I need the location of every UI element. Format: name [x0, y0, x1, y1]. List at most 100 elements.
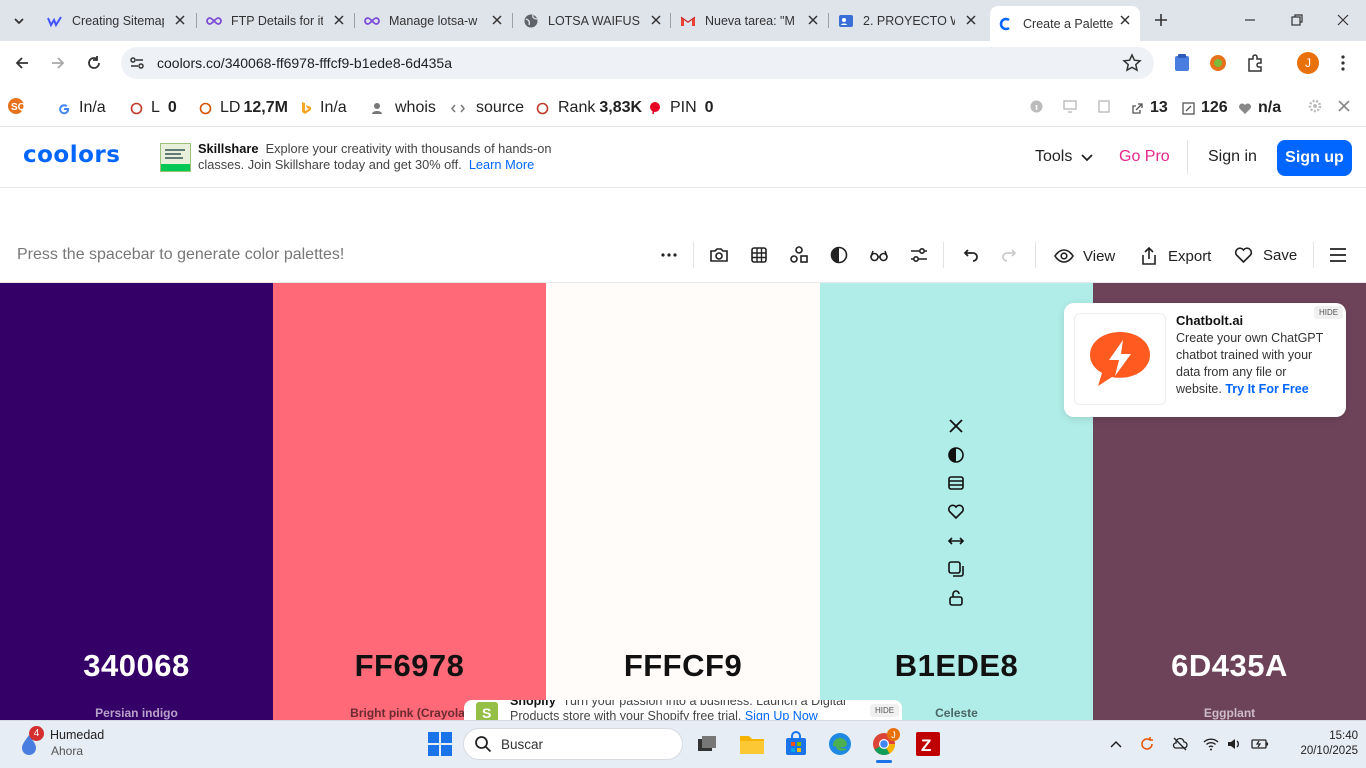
color-hex-code[interactable]: 6D435A [1093, 648, 1366, 684]
tab-search-button[interactable] [8, 10, 30, 32]
start-button[interactable] [427, 731, 453, 757]
close-icon[interactable] [332, 13, 346, 27]
camera-button[interactable] [709, 245, 729, 265]
seoquake-logo[interactable]: SQ [7, 97, 27, 115]
visual-impairment-button[interactable] [869, 245, 889, 265]
undo-button[interactable] [960, 245, 980, 265]
save-button[interactable]: Save [1234, 246, 1297, 264]
file-explorer-button[interactable] [739, 731, 765, 757]
shopify-hide-button[interactable]: HIDE [870, 704, 900, 717]
color-hex-code[interactable]: FF6978 [273, 648, 546, 684]
color-hex-code[interactable]: FFFCF9 [546, 648, 820, 684]
battery-tray-icon[interactable] [1251, 736, 1268, 752]
url-text[interactable]: coolors.co/340068-ff6978-fffcf9-b1ede8-6… [157, 55, 452, 71]
seo-pinterest[interactable]: PIN 0 [649, 99, 714, 117]
taskbar-search[interactable]: Buscar [463, 728, 683, 760]
seo-link-domains[interactable]: LD 12,7M [199, 99, 288, 117]
seo-close[interactable] [1337, 99, 1351, 113]
contrast-button[interactable] [829, 245, 849, 265]
seo-internal-links[interactable]: 126 [1182, 99, 1228, 117]
tab-1[interactable]: FTP Details for it [206, 6, 354, 35]
tab-2[interactable]: Manage lotsa-w [364, 6, 512, 35]
seo-monitor[interactable] [1063, 100, 1077, 113]
reload-button[interactable] [84, 53, 104, 73]
color-hex-code[interactable]: 340068 [0, 648, 273, 684]
ad-learn-more-link[interactable]: Learn More [469, 157, 534, 172]
site-info-button[interactable] [128, 54, 146, 72]
edge-button[interactable] [827, 731, 853, 757]
close-window-button[interactable] [1333, 10, 1353, 30]
sign-up-button[interactable]: Sign up [1277, 140, 1352, 176]
seo-page[interactable] [1098, 100, 1110, 113]
more-options-button[interactable] [659, 245, 679, 265]
go-pro-link[interactable]: Go Pro [1119, 148, 1170, 166]
seo-settings[interactable] [1308, 99, 1322, 113]
sign-in-link[interactable]: Sign in [1208, 148, 1257, 166]
extensions-button[interactable] [1245, 53, 1265, 73]
seo-external-links[interactable]: 13 [1131, 99, 1168, 117]
minimize-button[interactable] [1240, 10, 1260, 30]
back-button[interactable] [12, 53, 32, 73]
close-icon[interactable] [1118, 13, 1132, 27]
close-icon[interactable] [649, 13, 663, 27]
shopify-ad[interactable]: S Shopify Turn your passion into a busin… [464, 700, 902, 720]
export-button[interactable]: Export [1140, 246, 1211, 266]
remove-color-button[interactable] [947, 417, 965, 435]
seo-bing-index[interactable]: In/a [300, 99, 347, 117]
adjust-button[interactable] [909, 245, 929, 265]
volume-tray-icon[interactable] [1226, 736, 1242, 752]
browser-menu-button[interactable] [1335, 53, 1351, 73]
skillshare-ad-image[interactable] [160, 143, 191, 172]
copy-hex-button[interactable] [947, 560, 965, 578]
color-hex-code[interactable]: B1EDE8 [820, 648, 1093, 684]
tab-0[interactable]: Creating Sitemap [47, 6, 195, 35]
weather-widget[interactable]: 4 Humedad Ahora [14, 726, 124, 762]
tab-5[interactable]: 2. PROYECTO W [838, 6, 986, 35]
redo-button[interactable] [1000, 245, 1020, 265]
coolors-logo[interactable]: coolors [23, 142, 120, 168]
tab-4[interactable]: Nueva tarea: "M [680, 6, 828, 35]
restore-button[interactable] [1287, 10, 1307, 30]
profile-avatar[interactable]: J [1297, 52, 1319, 74]
chatbolt-logo[interactable] [1074, 313, 1166, 405]
seo-info[interactable] [1030, 100, 1043, 113]
seo-rank[interactable]: Rank 3,83K [536, 99, 642, 117]
wifi-tray-icon[interactable] [1203, 736, 1219, 752]
tools-menu[interactable]: Tools [1035, 148, 1094, 166]
seo-whois[interactable]: whois [371, 99, 436, 117]
view-button[interactable]: View [1054, 246, 1115, 266]
extension-button-seo[interactable] [1208, 53, 1228, 73]
extension-button-1[interactable] [1173, 53, 1191, 73]
shopify-cta-link[interactable]: Sign Up Now [745, 709, 818, 720]
show-hidden-icons-button[interactable] [1108, 736, 1124, 752]
drag-button[interactable] [947, 532, 965, 550]
seo-links[interactable]: L0 [130, 99, 177, 117]
cloud-tray-icon[interactable] [1172, 736, 1188, 752]
close-icon[interactable] [490, 13, 504, 27]
seo-source[interactable]: source [451, 99, 524, 117]
grid-button[interactable] [749, 245, 769, 265]
seo-google-index[interactable]: In/a [57, 99, 106, 117]
chatbolt-hide-button[interactable]: HIDE [1314, 306, 1344, 319]
close-icon[interactable] [964, 13, 978, 27]
seo-health[interactable]: n/a [1238, 99, 1281, 117]
tab-3[interactable]: LOTSA WAIFUS|2 [523, 6, 671, 35]
store-button[interactable] [783, 731, 809, 757]
tab-6-active[interactable]: Create a Palette [990, 6, 1140, 41]
shapes-button[interactable] [789, 245, 809, 265]
shades-button[interactable] [947, 446, 965, 464]
clock[interactable]: 15:40 20/10/2025 [1278, 729, 1358, 759]
close-icon[interactable] [173, 13, 187, 27]
close-icon[interactable] [806, 13, 820, 27]
new-tab-button[interactable] [1151, 10, 1171, 30]
forward-button[interactable] [48, 53, 68, 73]
task-view-button[interactable] [694, 731, 720, 757]
lock-color-button[interactable] [947, 589, 965, 607]
bookmark-button[interactable] [1122, 53, 1142, 73]
filezilla-button[interactable]: Z [915, 731, 941, 757]
sync-tray-icon[interactable] [1139, 736, 1155, 752]
save-color-button[interactable] [947, 503, 965, 521]
hamburger-menu-button[interactable] [1328, 245, 1348, 265]
view-shades-button[interactable] [947, 474, 965, 492]
chatbolt-cta-link[interactable]: Try It For Free [1225, 382, 1308, 396]
